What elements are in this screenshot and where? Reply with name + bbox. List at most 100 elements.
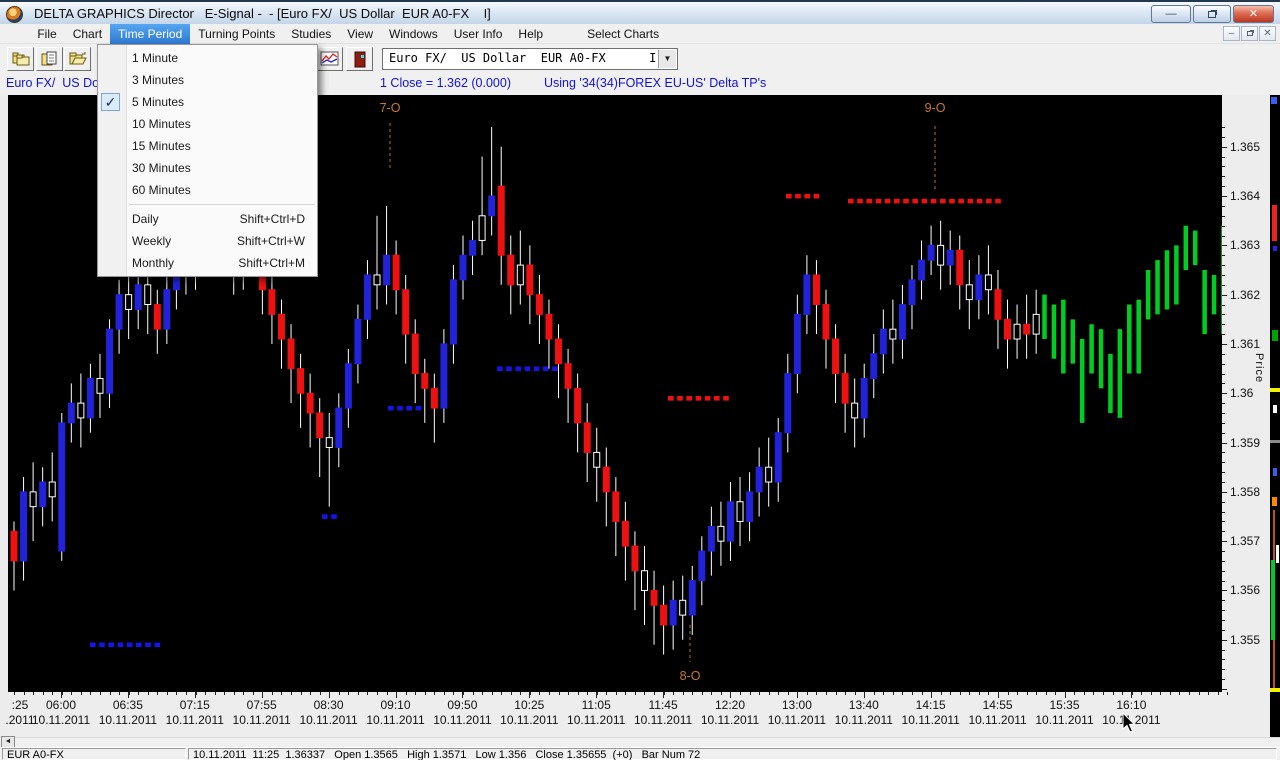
dropdown-arrow-icon[interactable]: ▼ bbox=[658, 50, 676, 68]
menu-item-3-minutes[interactable]: 3 Minutes bbox=[98, 69, 317, 91]
time-label-time: 13:40 bbox=[829, 698, 899, 713]
price-tick bbox=[1222, 364, 1225, 365]
status-details: 10.11.2011 11:25 1.36337 Open 1.3565 Hig… bbox=[188, 748, 1277, 760]
window-title: DELTA GRAPHICS Director E-Signal - - [Eu… bbox=[34, 6, 491, 21]
mdi-close-button[interactable]: ✕ bbox=[1259, 26, 1276, 41]
minimize-icon: — bbox=[1166, 8, 1177, 20]
menubar-item-turning-points[interactable]: Turning Points bbox=[190, 24, 283, 44]
time-minor-tick bbox=[176, 692, 177, 695]
price-tick bbox=[1222, 245, 1227, 246]
menubar-item-view[interactable]: View bbox=[339, 24, 381, 44]
time-minor-tick bbox=[625, 692, 626, 695]
close-button[interactable]: ✕ bbox=[1233, 5, 1274, 23]
price-tick-label: 1.357 bbox=[1230, 534, 1260, 548]
time-minor-tick bbox=[549, 692, 550, 695]
menu-item-daily[interactable]: DailyShift+Ctrl+D bbox=[98, 208, 317, 230]
candle-body-red bbox=[298, 369, 304, 394]
price-tick bbox=[1222, 324, 1225, 325]
chart-button[interactable] bbox=[316, 47, 343, 71]
copy-page-button[interactable] bbox=[36, 47, 63, 71]
dotted-level-dash bbox=[406, 406, 412, 411]
menubar-item-studies[interactable]: Studies bbox=[283, 24, 339, 44]
time-label-date: 10.11.2011 bbox=[829, 713, 899, 728]
menubar-item-chart[interactable]: Chart bbox=[65, 24, 110, 44]
price-tick bbox=[1222, 383, 1225, 384]
restore-button[interactable] bbox=[1193, 5, 1231, 23]
time-minor-tick bbox=[90, 692, 91, 695]
dotted-level-dash bbox=[922, 199, 928, 204]
sliver-fragment bbox=[1273, 468, 1277, 476]
menubar-item-time-period[interactable]: Time Period bbox=[110, 24, 190, 44]
time-tick-label: 07:5510.11.2011 bbox=[227, 698, 297, 728]
candle-body-blue bbox=[699, 551, 705, 581]
time-tick-label: 06:0010.11.2011 bbox=[26, 698, 96, 728]
mdi-restore-button[interactable] bbox=[1241, 26, 1258, 41]
menu-item-5-minutes[interactable]: ✓5 Minutes bbox=[98, 91, 317, 113]
menu-item-weekly[interactable]: WeeklyShift+Ctrl+W bbox=[98, 230, 317, 252]
time-minor-tick bbox=[444, 692, 445, 695]
mouse-cursor bbox=[1122, 712, 1138, 734]
time-tick-label: 08:3010.11.2011 bbox=[294, 698, 364, 728]
time-minor-tick bbox=[912, 692, 913, 695]
time-minor-tick bbox=[1074, 692, 1075, 695]
folders-button[interactable] bbox=[7, 47, 34, 71]
candle-body-blue bbox=[68, 403, 74, 423]
time-minor-tick bbox=[1017, 692, 1018, 695]
menu-item-1-minute[interactable]: 1 Minute bbox=[98, 47, 317, 69]
price-tick bbox=[1222, 147, 1227, 148]
time-minor-tick bbox=[587, 692, 588, 695]
time-minor-tick bbox=[167, 692, 168, 695]
time-minor-tick bbox=[559, 692, 560, 695]
menu-item-60-minutes[interactable]: 60 Minutes bbox=[98, 179, 317, 201]
candle-body-blue bbox=[336, 408, 342, 447]
candle-body-blue bbox=[107, 329, 113, 393]
price-tick bbox=[1222, 255, 1225, 256]
menu-item-10-minutes[interactable]: 10 Minutes bbox=[98, 113, 317, 135]
time-label-date: 10.11.2011 bbox=[93, 713, 163, 728]
menubar-item-user-info[interactable]: User Info bbox=[446, 24, 511, 44]
mdi-minimize-button[interactable]: – bbox=[1223, 26, 1240, 41]
sliver-fragment bbox=[1273, 246, 1277, 251]
menu-item-15-minutes[interactable]: 15 Minutes bbox=[98, 135, 317, 157]
time-minor-tick bbox=[453, 692, 454, 695]
dotted-level-dash bbox=[515, 366, 521, 371]
candle-body-red bbox=[584, 423, 590, 453]
price-tick-label: 1.364 bbox=[1230, 189, 1260, 203]
menubar-item-windows[interactable]: Windows bbox=[381, 24, 446, 44]
dotted-level-dash bbox=[804, 194, 810, 199]
candle-body-white bbox=[985, 275, 991, 290]
price-tick bbox=[1222, 413, 1225, 414]
candle-body-white bbox=[49, 482, 55, 497]
dotted-level-dash bbox=[388, 406, 394, 411]
price-tick bbox=[1222, 620, 1225, 621]
candle-body-blue bbox=[976, 275, 982, 300]
candle-body-red bbox=[565, 364, 571, 389]
menu-item-label: 15 Minutes bbox=[132, 139, 191, 153]
candle-body-red bbox=[422, 374, 428, 389]
time-label-date: 10.11.2011 bbox=[26, 713, 96, 728]
sliver-fragment bbox=[1270, 440, 1280, 443]
menubar-item-select-charts[interactable]: Select Charts bbox=[579, 24, 667, 44]
time-minor-tick bbox=[377, 692, 378, 695]
menubar-item-help[interactable]: Help bbox=[510, 24, 551, 44]
symbol-combobox[interactable]: Euro FX/ US Dollar EUR A0-FX I ▼ bbox=[382, 48, 678, 70]
price-tick bbox=[1222, 630, 1225, 631]
dotted-level-dash bbox=[397, 406, 403, 411]
menu-item-shortcut: Shift+Ctrl+D bbox=[240, 208, 305, 230]
candle-body-blue bbox=[59, 423, 65, 551]
candle-body-blue bbox=[919, 260, 925, 280]
sliver-fragment bbox=[1271, 560, 1275, 640]
exit-button[interactable] bbox=[346, 47, 373, 71]
horizontal-scrollbar[interactable]: ◄ bbox=[0, 737, 1280, 747]
time-minor-tick bbox=[425, 692, 426, 695]
menu-item-monthly[interactable]: MonthlyShift+Ctrl+M bbox=[98, 252, 317, 274]
minimize-button[interactable]: — bbox=[1151, 5, 1191, 23]
time-minor-tick bbox=[1189, 692, 1190, 695]
time-period-menu: 1 Minute3 Minutes✓5 Minutes10 Minutes 15 … bbox=[97, 44, 318, 277]
dotted-level-dash bbox=[986, 199, 992, 204]
menu-item-30-minutes[interactable]: 30 Minutes bbox=[98, 157, 317, 179]
dotted-level-dash bbox=[795, 194, 801, 199]
open-folder-button[interactable] bbox=[64, 47, 91, 71]
menubar-item-file[interactable]: File bbox=[29, 24, 64, 44]
time-label-date: 10.11.2011 bbox=[160, 713, 230, 728]
